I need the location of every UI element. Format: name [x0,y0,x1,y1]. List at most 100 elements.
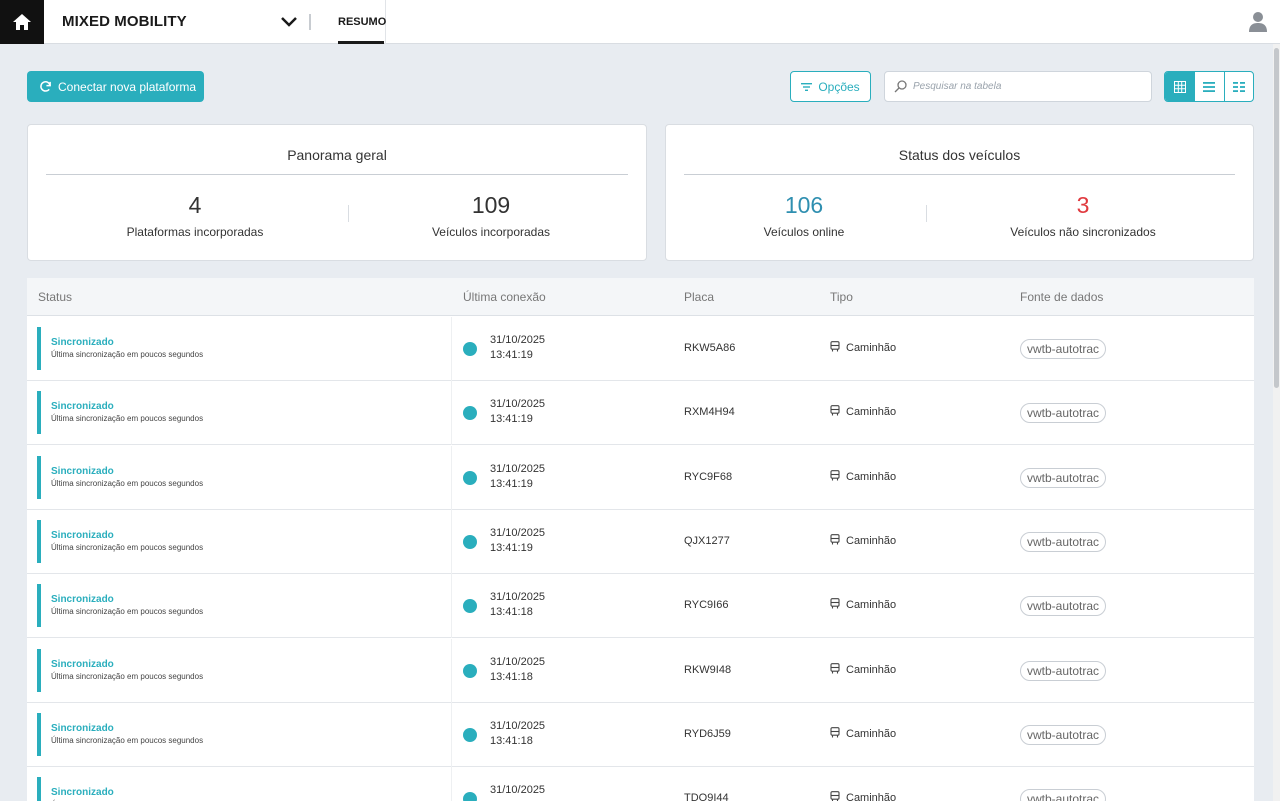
column-divider [451,317,452,381]
status-indicator-bar [37,455,41,499]
truck-icon [830,534,840,548]
vehicle-type: Caminhão [830,469,896,484]
online-stat: 106 Veículos online [704,191,904,239]
vehicle-type-label: Caminhão [846,792,897,801]
table-row[interactable]: SincronizadoÚltima sincronização em pouc… [27,445,1254,510]
status-dot [463,599,477,614]
data-source-badge: vwtb-autotrac [1020,403,1107,424]
platforms-label: Plataformas incorporadas [126,225,264,239]
table-row[interactable]: SincronizadoÚltima sincronização em pouc… [27,509,1254,574]
stat-separator [926,205,927,222]
last-connection-time: 13:41:19 [490,413,533,426]
data-source-badge: vwtb-autotrac [1020,467,1107,488]
options-label: Opções [818,79,860,94]
table-row[interactable]: SincronizadoÚltima sincronização em pouc… [27,767,1254,801]
status-subtitle: Última sincronização em poucos segundos [51,478,204,488]
status-indicator-bar [37,327,41,370]
column-divider [451,445,452,510]
vehicle-type: Caminhão [830,662,897,677]
connect-platform-button[interactable]: Conectar nova plataforma [27,71,204,102]
page-scrollbar[interactable] [1273,44,1280,801]
vehicle-plate: RKW5A86 [684,342,736,354]
vehicle-type-label: Caminhão [846,663,897,676]
vehicles-label: Veículos incorporadas [431,225,551,239]
status-dot [463,470,477,485]
table-row[interactable]: SincronizadoÚltima sincronização em pouc… [27,702,1254,767]
vehicle-type-label: Caminhão [846,534,897,547]
vehicle-type: Caminhão [830,598,896,612]
status-title: Sincronizado [51,529,114,541]
search-input[interactable] [913,81,1133,92]
column-divider [451,702,452,767]
table-row[interactable]: SincronizadoÚltima sincronização em pouc… [27,381,1254,446]
status-subtitle: Última sincronização em poucos segundos [51,607,204,617]
status-subtitle: Última sincronização em poucos segundos [51,542,204,552]
status-indicator-bar [37,777,41,801]
status-dot [463,792,477,801]
status-indicator-bar [37,584,41,628]
list-view-icon [1203,81,1216,92]
table-row[interactable]: SincronizadoÚltima sincronização em pouc… [27,638,1254,703]
truck-icon [830,405,840,419]
vehicle-type: Caminhão [830,726,897,741]
last-connection-time: 13:41:19 [490,349,533,361]
truck-icon [830,598,840,612]
column-divider [451,381,452,446]
vehicle-plate: RYC9I66 [684,599,729,612]
column-header-last-connection[interactable]: Última conexão [463,290,546,304]
column-divider [451,767,452,801]
grid-view-icon [1173,80,1186,93]
vehicle-plate: RKW9I48 [684,663,732,676]
column-header-status[interactable]: Status [38,290,72,304]
status-dot [463,663,477,678]
vehicles-count: 109 [471,192,511,218]
grid-view-button[interactable] [1165,72,1195,101]
vehicle-type-label: Caminhão [846,599,897,612]
vehicle-status-card: Status dos veículos 106 Veículos online … [665,124,1254,261]
vehicle-type-label: Caminhão [846,727,897,740]
connect-platform-label: Conectar nova plataforma [58,79,197,94]
vehicle-type: Caminhão [830,534,896,548]
vehicle-type: Caminhão [830,405,896,419]
last-connection: 31/10/2025 13:41:18 [490,655,545,685]
truck-icon [830,791,840,801]
header-divider [309,14,311,30]
user-icon [1249,12,1267,32]
column-header-type[interactable]: Tipo [830,290,853,304]
vehicle-plate: RXM4H94 [684,406,735,419]
last-connection-time: 13:41:18 [490,670,533,683]
overview-card: Panorama geral 4 Plataformas incorporada… [27,124,647,261]
vehicles-table: Status Última conexão Placa Tipo Fonte d… [27,278,1254,801]
platforms-count: 4 [188,192,202,218]
data-source-badge: vwtb-autotrac [1020,660,1107,681]
overview-title: Panorama geral [287,147,387,163]
top-bar: MIXED MOBILITY RESUMO [0,0,1280,44]
table-row[interactable]: SincronizadoÚltima sincronização em pouc… [27,317,1254,381]
list-view-button[interactable] [1194,72,1223,101]
user-menu-button[interactable] [1248,11,1268,33]
scrollbar-thumb[interactable] [1274,48,1279,388]
status-dot [463,406,477,421]
online-count: 106 [784,192,824,218]
column-header-data-source[interactable]: Fonte de dados [1020,290,1103,304]
status-indicator-bar [37,519,41,563]
home-button[interactable] [0,0,44,44]
column-divider [451,509,452,574]
last-connection-date: 31/10/2025 [490,719,546,732]
vehicles-stat: 109 Veículos incorporadas [391,191,591,239]
options-button[interactable]: Opções [790,71,871,102]
unsync-label: Veículos não sincronizados [1010,225,1156,239]
last-connection-date: 31/10/2025 [490,784,546,797]
truck-icon [830,726,840,741]
last-connection: 31/10/2025 13:41:19 [490,526,545,556]
column-header-plate[interactable]: Placa [684,290,714,304]
compact-view-button[interactable] [1223,72,1253,101]
status-dot [463,534,477,549]
table-search [884,71,1152,102]
table-row[interactable]: SincronizadoÚltima sincronização em pouc… [27,574,1254,639]
unsync-stat: 3 Veículos não sincronizados [983,191,1183,239]
vehicle-plate: RYC9F68 [684,470,733,483]
tab-resumo[interactable]: RESUMO [330,0,386,44]
app-switcher-button[interactable] [279,14,299,30]
vehicle-plate: TDO9I44 [684,792,729,801]
